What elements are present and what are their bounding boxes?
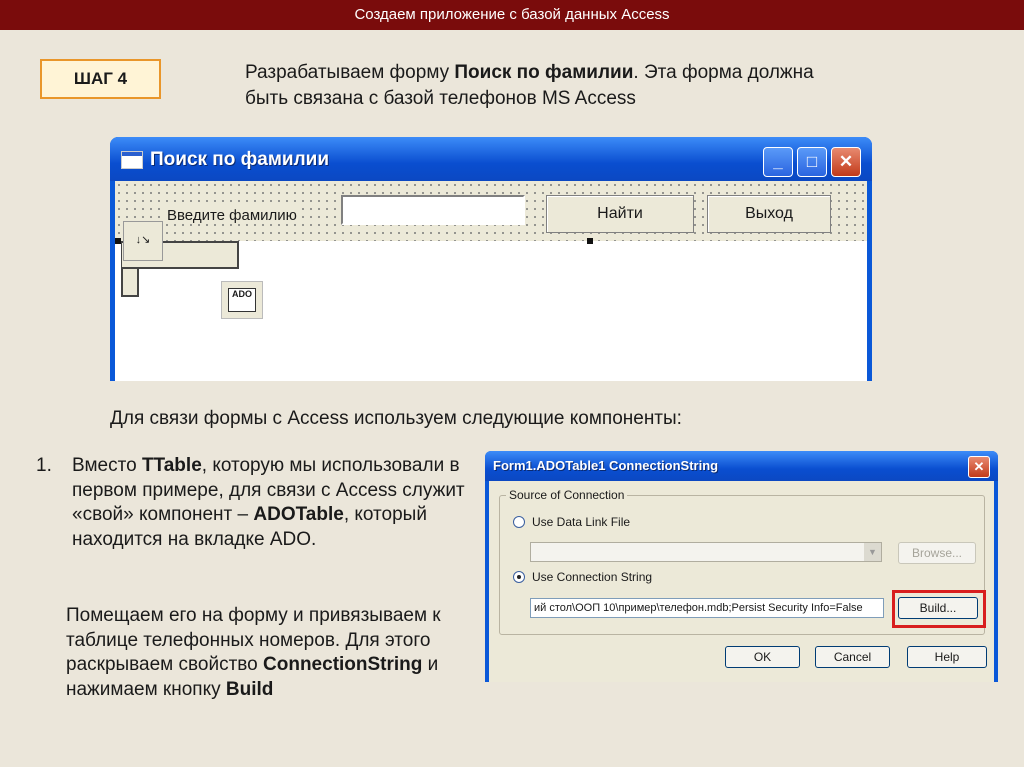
list-text: Вместо	[72, 455, 142, 476]
dialog-titlebar[interactable]: Form1.ADOTable1 ConnectionString	[485, 451, 998, 481]
form-window-icon	[121, 151, 143, 169]
list-number: 1.	[36, 455, 52, 476]
build-highlight	[892, 590, 986, 628]
connection-string-label: Use Connection String	[532, 570, 653, 584]
build-term: Build	[225, 678, 274, 700]
source-group-caption: Source of Connection	[506, 488, 628, 502]
intro-text-b: . Эта форма должна	[633, 62, 814, 83]
surname-label: Введите фамилию	[165, 207, 299, 224]
list-item: Вместо TTable, которую мы использовали в…	[72, 454, 472, 552]
list-paragraph: Помещаем его на форму и привязываем к та…	[66, 604, 476, 702]
maximize-button[interactable]: □	[797, 147, 827, 177]
intro-text-c: быть связана с базой телефонов MS Access	[245, 88, 636, 109]
find-button[interactable]: Найти	[546, 195, 694, 233]
data-link-file-radio[interactable]	[513, 516, 525, 528]
ado-icon-label: ADO	[228, 288, 256, 312]
selection-handle[interactable]	[115, 238, 121, 244]
close-button[interactable]: ✕	[831, 147, 861, 177]
ok-button[interactable]: OK	[725, 646, 800, 668]
slide-header: Создаем приложение с базой данных Access	[0, 0, 1024, 30]
help-button[interactable]: Help	[907, 646, 987, 668]
ttable-term: TTable	[141, 455, 202, 476]
minimize-button[interactable]: _	[763, 147, 793, 177]
adotable-component-icon[interactable]: ADO	[221, 281, 263, 319]
search-form-titlebar[interactable]: Поиск по фамилии _ □ ✕	[110, 137, 872, 181]
data-link-file-combo[interactable]: ▼	[530, 542, 882, 562]
selection-handle[interactable]	[587, 238, 593, 244]
data-link-file-label: Use Data Link File	[532, 515, 631, 529]
exit-button[interactable]: Выход	[707, 195, 831, 233]
dialog-close-button[interactable]: ✕	[968, 456, 990, 478]
chevron-down-icon[interactable]: ▼	[864, 543, 881, 561]
search-form-client: Введите фамилию Найти Выход ↓↘ ADO	[115, 181, 867, 381]
search-form-window: Поиск по фамилии _ □ ✕ Введите фамилию Н…	[110, 137, 872, 381]
table-component-icon[interactable]: ↓↘	[123, 221, 163, 261]
slide-title: Создаем приложение с базой данных Access	[354, 6, 670, 23]
intro-text: Разрабатываем форму Поиск по фамилии. Эт…	[245, 60, 965, 112]
connectionstring-dialog: Form1.ADOTable1 ConnectionString ✕ Sourc…	[485, 451, 998, 682]
components-heading: Для связи формы с Access используем след…	[110, 408, 682, 429]
intro-form-name: Поиск по фамилии	[454, 62, 634, 83]
search-form-title: Поиск по фамилии	[150, 149, 330, 170]
intro-text-a: Разрабатываем форму	[245, 62, 455, 83]
dialog-body: Source of Connection Use Data Link File …	[489, 481, 994, 682]
browse-button[interactable]: Browse...	[898, 542, 976, 564]
connection-string-input[interactable]: ий стол\ООП 10\пример\телефон.mdb;Persis…	[530, 598, 884, 618]
connection-string-radio[interactable]	[513, 571, 525, 583]
adotable-term: ADOTable	[253, 504, 344, 525]
connectionstring-term: ConnectionString	[263, 654, 423, 675]
source-group: Source of Connection Use Data Link File …	[499, 488, 986, 635]
db-grid-indicator	[121, 269, 139, 297]
surname-input[interactable]	[341, 195, 525, 225]
cancel-button[interactable]: Cancel	[815, 646, 890, 668]
step-badge: ШАГ 4	[40, 59, 161, 99]
